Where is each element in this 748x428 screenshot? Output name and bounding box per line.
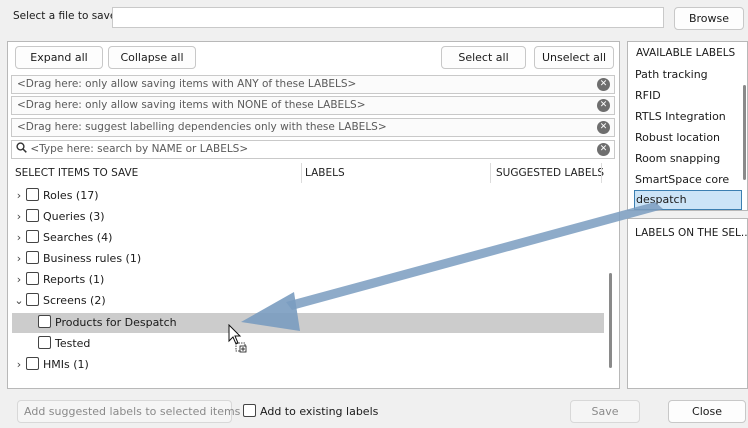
available-labels-title: AVAILABLE LABELS (636, 47, 736, 59)
chevron-right-icon[interactable]: › (12, 270, 26, 290)
tree-node-label: Queries (3) (43, 210, 105, 223)
add-to-existing-label: Add to existing labels (260, 405, 379, 418)
checkbox[interactable] (38, 336, 51, 349)
search-input[interactable]: <Type here: search by NAME or LABELS> ✕ (11, 140, 615, 159)
available-labels-scrollbar[interactable] (743, 85, 746, 180)
add-suggested-labels-button[interactable]: Add suggested labels to selected items (17, 400, 240, 423)
tree-node-label: Screens (2) (43, 294, 106, 307)
chevron-right-icon[interactable]: › (12, 355, 26, 375)
tree-node-products-for-despatch[interactable]: Products for Despatch (12, 313, 604, 333)
tree-node-tested[interactable]: Tested (12, 334, 604, 354)
tree-node-label: HMIs (1) (43, 358, 89, 371)
label-item-room-snapping[interactable]: Room snapping (634, 148, 740, 169)
label-item-rfid[interactable]: RFID (634, 85, 740, 106)
header-divider (301, 163, 302, 183)
close-button[interactable]: Close (668, 400, 746, 423)
unselect-all-button[interactable]: Unselect all (534, 46, 614, 69)
checkbox[interactable] (26, 293, 39, 306)
tree-node-roles[interactable]: › Roles (17) (12, 186, 604, 206)
tree-node-searches[interactable]: › Searches (4) (12, 228, 604, 248)
filter-suggest-labels[interactable]: <Drag here: suggest labelling dependenci… (11, 118, 615, 137)
label-item-smartspace-core[interactable]: SmartSpace core (634, 169, 740, 190)
checkbox[interactable] (26, 188, 39, 201)
tree-node-label: Tested (55, 337, 91, 350)
tree-node-business-rules[interactable]: › Business rules (1) (12, 249, 604, 269)
clear-icon[interactable]: ✕ (597, 99, 610, 112)
collapse-all-button[interactable]: Collapse all (108, 46, 196, 69)
checkbox[interactable] (26, 251, 39, 264)
file-path-input[interactable] (112, 7, 664, 28)
header-divider (601, 163, 602, 183)
header-divider (490, 163, 491, 183)
tree-node-label: Business rules (1) (43, 252, 142, 265)
filter-none-placeholder: <Drag here: only allow saving items with… (17, 99, 366, 111)
checkbox[interactable] (26, 357, 39, 370)
tree-node-queries[interactable]: › Queries (3) (12, 207, 604, 227)
file-label: Select a file to save (13, 10, 117, 22)
labels-on-selection-panel (627, 218, 748, 389)
label-item-despatch[interactable]: despatch (634, 190, 742, 210)
tree-node-reports[interactable]: › Reports (1) (12, 270, 604, 290)
tree-node-label: Products for Despatch (55, 316, 177, 329)
browse-button[interactable]: Browse (674, 7, 744, 30)
label-item-rtls-integration[interactable]: RTLS Integration (634, 106, 740, 127)
filter-none-labels[interactable]: <Drag here: only allow saving items with… (11, 96, 615, 115)
column-header-suggested[interactable]: SUGGESTED LABELS (496, 167, 604, 179)
labels-on-selection-title: LABELS ON THE SEL... (635, 227, 748, 239)
expand-all-button[interactable]: Expand all (15, 46, 103, 69)
filter-any-labels[interactable]: <Drag here: only allow saving items with… (11, 75, 615, 94)
label-item-path-tracking[interactable]: Path tracking (634, 64, 740, 85)
tree-node-hmis[interactable]: › HMIs (1) (12, 355, 604, 375)
filter-any-placeholder: <Drag here: only allow saving items with… (17, 78, 357, 90)
chevron-down-icon[interactable]: ⌄ (12, 295, 26, 307)
tree-node-screens[interactable]: ⌄ Screens (2) (12, 291, 604, 311)
label-item-robust-location[interactable]: Robust location (634, 127, 740, 148)
cursor-drag-copy-icon (228, 324, 247, 353)
checkbox[interactable] (26, 209, 39, 222)
chevron-right-icon[interactable]: › (12, 186, 26, 206)
chevron-right-icon[interactable]: › (12, 249, 26, 269)
chevron-right-icon[interactable]: › (12, 207, 26, 227)
checkbox[interactable] (38, 315, 51, 328)
clear-icon[interactable]: ✕ (597, 121, 610, 134)
tree-node-label: Roles (17) (43, 189, 99, 202)
checkbox[interactable] (26, 272, 39, 285)
checkbox[interactable] (243, 404, 256, 417)
tree-node-label: Searches (4) (43, 231, 113, 244)
chevron-right-icon[interactable]: › (12, 228, 26, 248)
tree-scrollbar[interactable] (609, 273, 612, 368)
column-header-labels[interactable]: LABELS (305, 167, 345, 179)
search-icon (16, 142, 27, 153)
filter-suggest-placeholder: <Drag here: suggest labelling dependenci… (17, 121, 387, 133)
checkbox[interactable] (26, 230, 39, 243)
clear-icon[interactable]: ✕ (597, 78, 610, 91)
clear-icon[interactable]: ✕ (597, 143, 610, 156)
add-to-existing-checkbox[interactable]: Add to existing labels (243, 404, 378, 420)
column-header-items[interactable]: SELECT ITEMS TO SAVE (15, 167, 138, 179)
select-all-button[interactable]: Select all (441, 46, 526, 69)
save-button[interactable]: Save (570, 400, 640, 423)
search-placeholder: <Type here: search by NAME or LABELS> (30, 143, 249, 155)
tree-node-label: Reports (1) (43, 273, 105, 286)
